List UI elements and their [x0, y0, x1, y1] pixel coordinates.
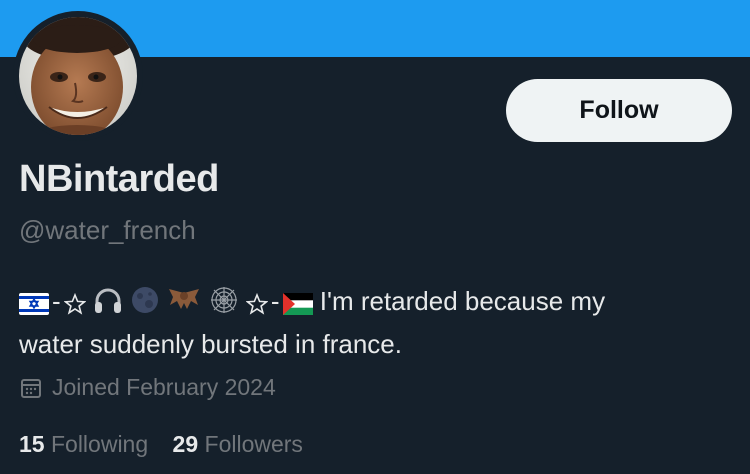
palestine-flag-icon: [282, 287, 313, 325]
avatar-frame: [13, 11, 143, 141]
following-link[interactable]: 15 Following: [19, 431, 155, 457]
profile-bio: - - I'm retarded because my water sudden…: [19, 285, 606, 359]
avatar[interactable]: [19, 17, 137, 135]
israel-flag-icon: [19, 287, 49, 325]
joined-date: Joined February 2024: [19, 374, 276, 401]
follow-button[interactable]: Follow: [506, 79, 732, 142]
headphones-icon: [93, 287, 123, 325]
follow-stats: 15 Following 29 Followers: [19, 431, 321, 458]
following-count: 15: [19, 431, 45, 457]
star-icon: [245, 287, 269, 325]
moon-icon: [130, 285, 160, 325]
spider-web-icon: [209, 285, 239, 325]
bat-icon: [167, 285, 201, 325]
star-icon: [63, 287, 87, 325]
joined-text: Joined February 2024: [52, 374, 276, 400]
bio-text-line1: I'm retarded because my: [319, 286, 606, 316]
followers-count: 29: [172, 431, 199, 457]
followers-label: Followers: [204, 431, 303, 457]
avatar-image: [19, 17, 137, 135]
following-label: Following: [50, 431, 149, 457]
display-name: NBintarded: [19, 158, 219, 200]
username-handle: @water_french: [19, 215, 196, 245]
calendar-icon: [21, 378, 41, 398]
bio-text-line2: water suddenly bursted in france.: [19, 329, 402, 359]
followers-link[interactable]: 29 Followers: [173, 431, 303, 457]
